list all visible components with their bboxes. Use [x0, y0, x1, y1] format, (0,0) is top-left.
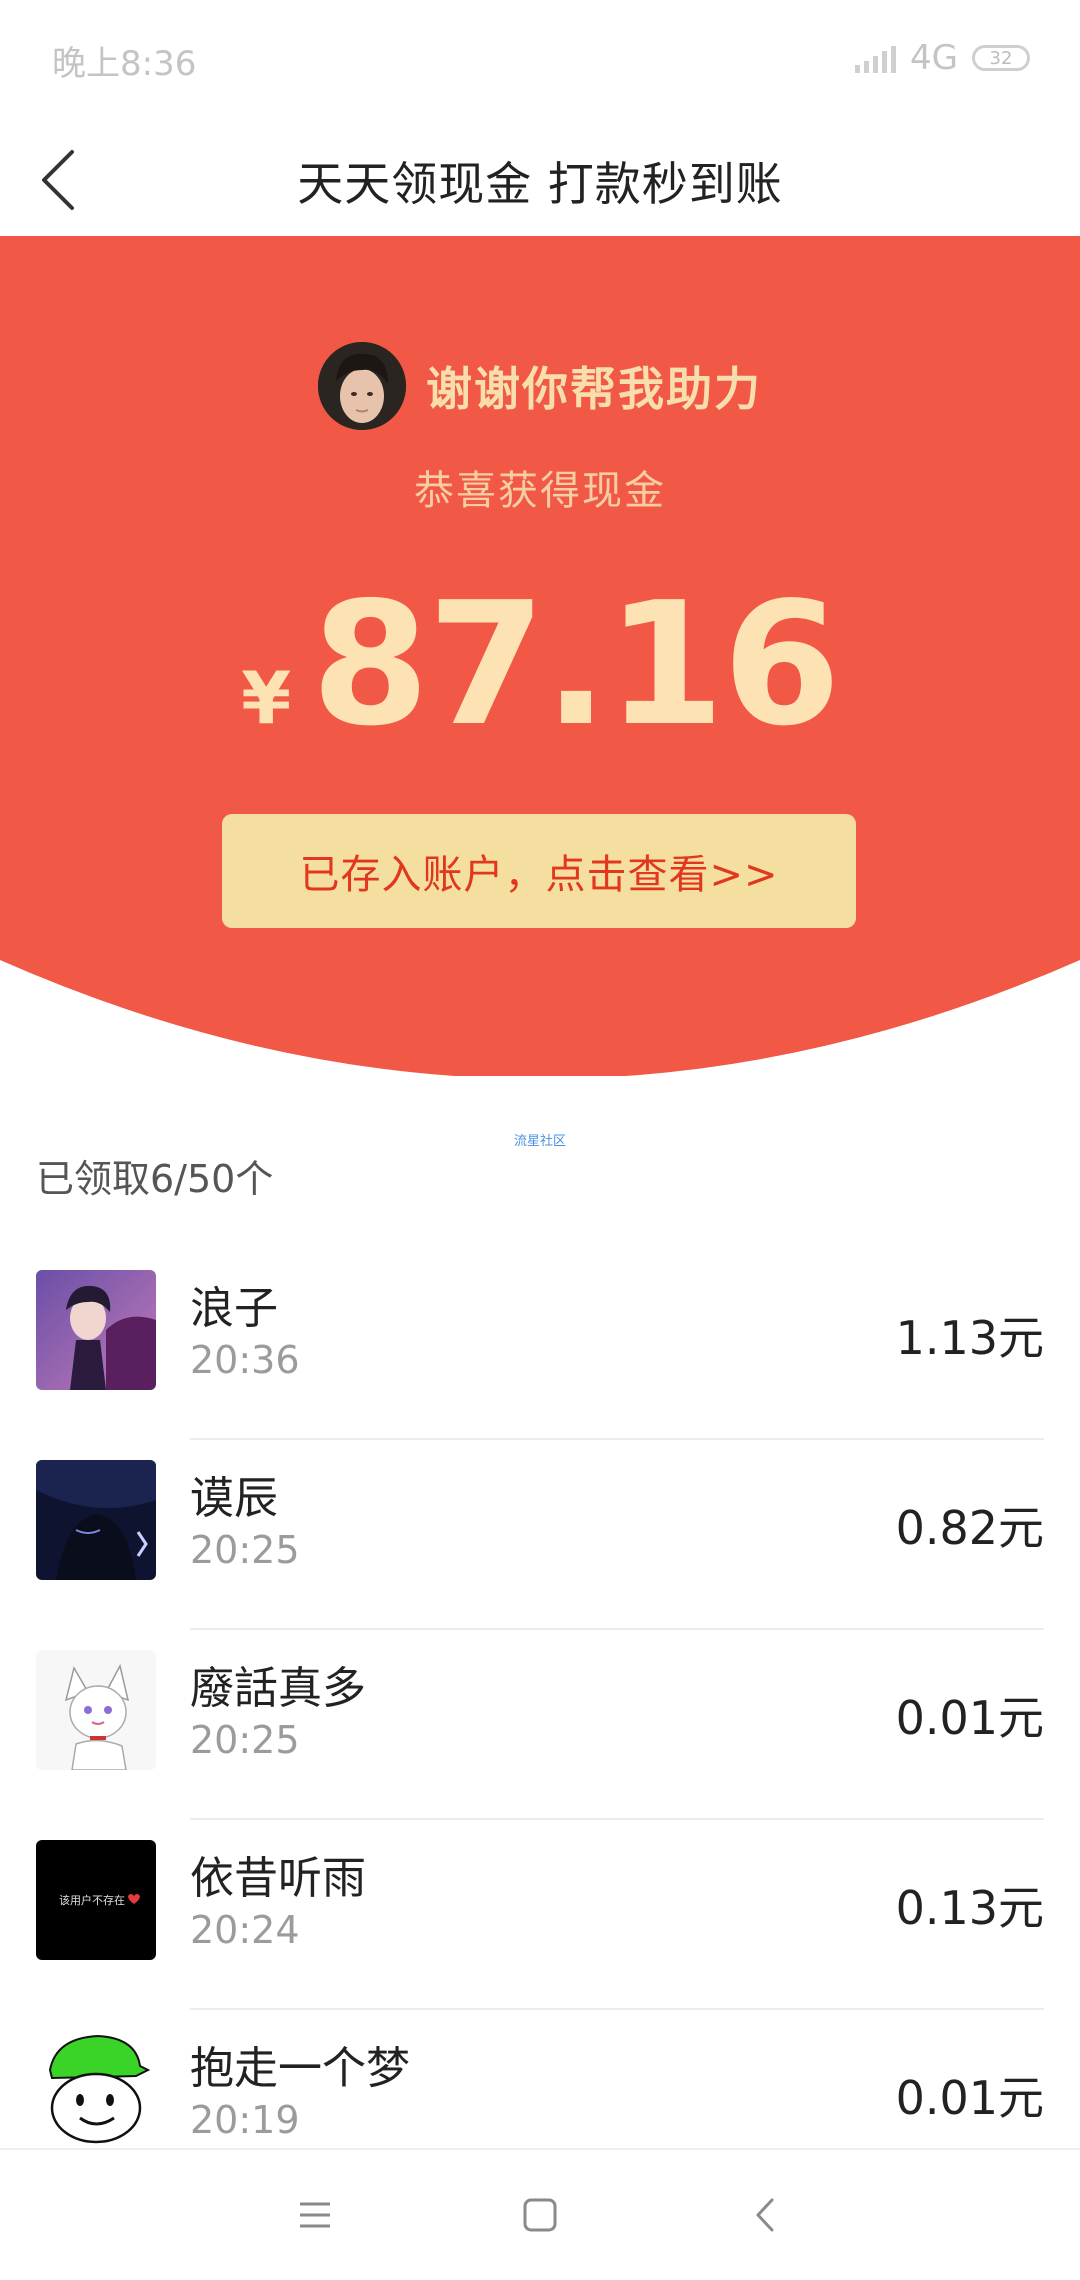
avatar-image	[318, 342, 406, 430]
network-label: 4G	[910, 38, 958, 78]
user-name: 谟辰	[190, 1473, 278, 1524]
claim-amount: 0.01元	[895, 1691, 1044, 1745]
avatar-image	[36, 2030, 156, 2150]
helper-row: 谢谢你帮我助力	[0, 342, 1080, 430]
view-account-button[interactable]: 已存入账户，点击查看>>	[222, 814, 856, 928]
list-item[interactable]: 浪子 20:36 1.13元	[0, 1250, 1080, 1440]
home-button[interactable]	[505, 2180, 575, 2250]
reward-header: 谢谢你帮我助力 恭喜获得现金 ¥ 87.16 已存入账户，点击查看>>	[0, 236, 1080, 1076]
page-title: 天天领现金 打款秒到账	[297, 157, 783, 211]
list-item[interactable]: 该用户不存在 依昔听雨 20:24 0.13元	[0, 1820, 1080, 2010]
currency-symbol: ¥	[241, 656, 292, 740]
user-name: 浪子	[190, 1283, 278, 1334]
avatar-image	[36, 1460, 156, 1580]
system-back-button[interactable]	[730, 2180, 800, 2250]
signal-icon	[855, 43, 897, 73]
avatar[interactable]	[318, 342, 406, 430]
status-time: 晚上8:36	[52, 44, 197, 84]
claim-time: 20:36	[190, 1338, 300, 1382]
battery-icon: 32	[972, 45, 1030, 71]
user-avatar	[36, 1650, 156, 1770]
claim-time: 20:19	[190, 2098, 300, 2142]
helper-thanks-text: 谢谢你帮我助力	[426, 362, 762, 416]
user-avatar: 该用户不存在	[36, 1840, 156, 1960]
list-item[interactable]: 谟辰 20:25 0.82元	[0, 1440, 1080, 1630]
list-item[interactable]: 廢話真多 20:25 0.01元	[0, 1630, 1080, 1820]
menu-button[interactable]	[280, 2180, 350, 2250]
avatar-image	[36, 1270, 156, 1390]
amount-row: ¥ 87.16	[0, 566, 1080, 764]
status-indicators: 4G 32	[855, 38, 1030, 78]
claim-list: 浪子 20:36 1.13元 谟辰 20:25 0.82元 廢話真多 20:25…	[0, 1250, 1080, 2200]
menu-icon	[300, 2202, 330, 2228]
user-avatar	[36, 2030, 156, 2150]
user-avatar	[36, 1460, 156, 1580]
chevron-left-icon	[756, 2198, 774, 2232]
claim-time: 20:25	[190, 1718, 300, 1762]
status-bar: 晚上8:36 4G 32	[0, 0, 1080, 120]
claim-amount: 0.13元	[895, 1881, 1044, 1935]
claimed-count: 已领取6/50个	[36, 1157, 274, 1201]
system-nav-bar	[0, 2148, 1080, 2280]
home-square-icon	[523, 2198, 557, 2232]
user-avatar	[36, 1270, 156, 1390]
avatar-caption: 该用户不存在	[59, 1893, 125, 1907]
watermark: 流星社区	[513, 1134, 566, 1149]
user-name: 廢話真多	[190, 1663, 366, 1714]
user-name: 抱走一个梦	[190, 2043, 410, 2094]
claim-amount: 0.82元	[895, 1501, 1044, 1555]
cash-amount: 87.16	[311, 566, 841, 764]
congrats-text: 恭喜获得现金	[414, 468, 666, 514]
user-name: 依昔听雨	[190, 1853, 366, 1904]
nav-bar: 天天领现金 打款秒到账	[0, 120, 1080, 236]
avatar-image	[36, 1650, 156, 1770]
avatar-image: 该用户不存在	[36, 1840, 156, 1960]
claim-amount: 0.01元	[895, 2071, 1044, 2125]
claim-amount: 1.13元	[895, 1311, 1044, 1365]
claim-time: 20:24	[190, 1908, 300, 1952]
claim-time: 20:25	[190, 1528, 300, 1572]
battery-level: 32	[989, 47, 1013, 69]
